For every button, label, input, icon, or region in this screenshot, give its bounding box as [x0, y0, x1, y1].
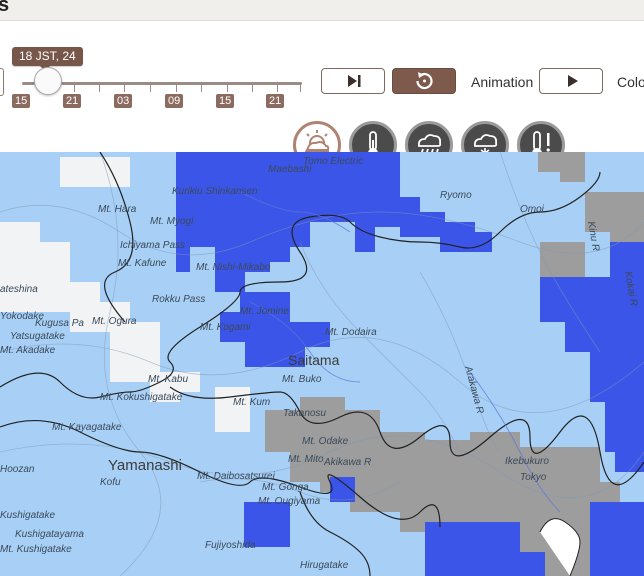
prefecture-label-yamanashi: Yamanashi	[108, 457, 182, 474]
forecast-map[interactable]: Maebashi Tomo Electric Kurikiu Shinkanse…	[0, 152, 644, 576]
play-icon	[568, 75, 578, 87]
svg-text:Mt. Dodaira: Mt. Dodaira	[325, 327, 377, 338]
svg-text:Kushigatake: Kushigatake	[0, 510, 55, 521]
play-animation-button[interactable]	[539, 68, 603, 94]
reset-button[interactable]	[392, 68, 456, 94]
timeline-tick	[227, 85, 228, 92]
svg-text:Rokku Pass: Rokku Pass	[152, 294, 205, 305]
hour-label: 15	[216, 94, 235, 108]
svg-text:Mt. Akadake: Mt. Akadake	[0, 345, 56, 356]
svg-text:Mt. Odake: Mt. Odake	[302, 436, 349, 447]
map-canvas: Maebashi Tomo Electric Kurikiu Shinkanse…	[0, 152, 644, 576]
svg-text:Mt. Nishi-Mikabo: Mt. Nishi-Mikabo	[196, 262, 271, 273]
svg-text:Fujiyoshida: Fujiyoshida	[205, 540, 256, 551]
current-time-badge: 18 JST, 24	[12, 47, 83, 71]
svg-text:Mt. Hara: Mt. Hara	[98, 204, 137, 215]
svg-text:Ryomo: Ryomo	[440, 190, 472, 201]
timeline-tick	[201, 85, 202, 92]
svg-text:Takanosu: Takanosu	[283, 408, 326, 419]
prefecture-label-saitama: Saitama	[288, 352, 340, 368]
color-label: Colo	[617, 74, 644, 90]
prev-button-edge[interactable]	[0, 68, 4, 96]
svg-text:Akikawa R: Akikawa R	[323, 457, 371, 468]
timeline-tick	[150, 85, 151, 92]
svg-text:Tokyo: Tokyo	[520, 472, 547, 483]
svg-text:Kofu: Kofu	[100, 477, 121, 488]
next-step-button[interactable]	[321, 68, 385, 94]
timeline-slider-handle[interactable]	[34, 67, 62, 95]
timeline-tick	[300, 85, 301, 92]
svg-text:Mt. Kogami: Mt. Kogami	[200, 322, 251, 333]
hour-label: 15	[12, 94, 31, 108]
svg-text:Kugusa Pa: Kugusa Pa	[35, 318, 84, 329]
hour-label: 03	[114, 94, 133, 108]
reset-icon	[416, 72, 433, 90]
svg-text:Mt. Mito: Mt. Mito	[288, 454, 324, 465]
title-bar: s	[0, 0, 644, 21]
timeline-tick	[99, 85, 100, 92]
svg-text:Mt. Daibosatsurei: Mt. Daibosatsurei	[197, 471, 276, 482]
page-title: s	[0, 0, 10, 16]
svg-text:Mt. Buko: Mt. Buko	[282, 374, 322, 385]
timeline-slider-track[interactable]	[22, 82, 302, 85]
timeline-controls: 18 JST, 24 15 21 03 09 15 21 Animation C…	[0, 21, 644, 169]
svg-text:Kushigatayama: Kushigatayama	[15, 529, 84, 540]
svg-text:Yatsugatake: Yatsugatake	[10, 331, 65, 342]
svg-text:Mt. Kokushigatake: Mt. Kokushigatake	[100, 392, 183, 403]
hour-label: 21	[266, 94, 285, 108]
svg-text:Mt. Kayagatake: Mt. Kayagatake	[52, 422, 122, 433]
timeline-tick	[74, 85, 75, 92]
timeline-tick	[124, 85, 125, 92]
svg-text:Ikebukuro: Ikebukuro	[505, 456, 549, 467]
svg-text:Hoozan: Hoozan	[0, 464, 35, 475]
hour-label: 21	[63, 94, 82, 108]
animation-label: Animation	[471, 74, 534, 90]
timeline-tick	[277, 85, 278, 92]
svg-text:Mt. Gonga: Mt. Gonga	[262, 482, 309, 493]
timeline-tick	[176, 85, 177, 92]
svg-text:Tomo Electric: Tomo Electric	[303, 156, 363, 167]
svg-text:Omoi: Omoi	[520, 204, 545, 215]
svg-text:Mt. Kum: Mt. Kum	[233, 397, 270, 408]
svg-text:Mt. Jomine: Mt. Jomine	[240, 306, 289, 317]
svg-text:Mt. Myogi: Mt. Myogi	[150, 216, 194, 227]
svg-text:ateshina: ateshina	[0, 284, 38, 295]
skip-next-icon	[348, 75, 361, 87]
svg-text:Hirugatake: Hirugatake	[300, 560, 349, 571]
svg-text:Arakawa R: Arakawa R	[462, 364, 486, 415]
svg-text:Mt. Kafune: Mt. Kafune	[118, 258, 167, 269]
svg-text:Mt. Kushigatake: Mt. Kushigatake	[0, 544, 72, 555]
svg-text:Mt. Kabu: Mt. Kabu	[148, 374, 188, 385]
svg-text:Kurikiu Shinkansen: Kurikiu Shinkansen	[172, 186, 258, 197]
timeline-tick	[252, 85, 253, 92]
svg-text:Ichiyama Pass: Ichiyama Pass	[120, 240, 185, 251]
hour-label: 09	[165, 94, 184, 108]
svg-text:Mt. Ougiyama: Mt. Ougiyama	[258, 496, 321, 507]
svg-text:Mt. Ogura: Mt. Ogura	[92, 316, 137, 327]
